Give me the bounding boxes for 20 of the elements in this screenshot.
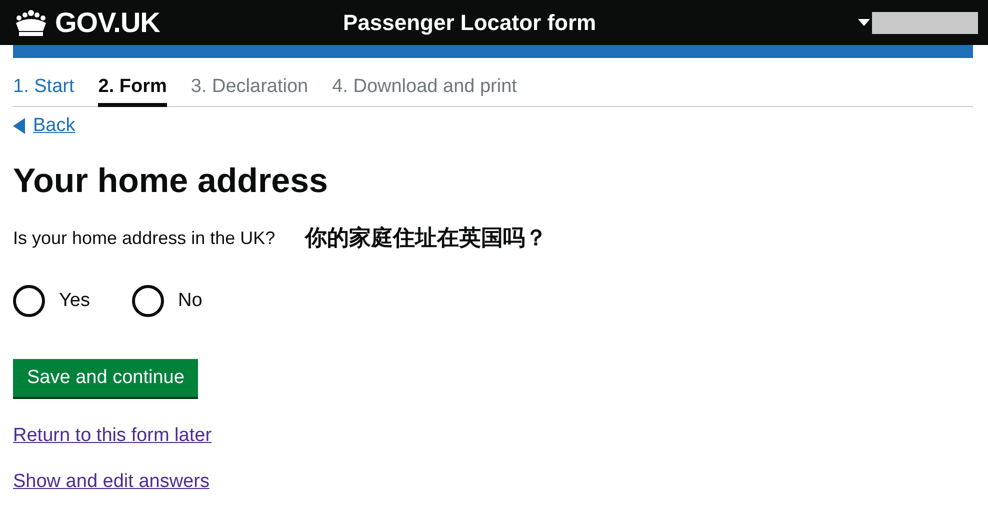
- back-link[interactable]: Back: [13, 115, 76, 137]
- page-heading: Your home address: [13, 161, 329, 201]
- radio-label[interactable]: Yes: [59, 290, 90, 312]
- crown-icon: [13, 8, 49, 36]
- page-title: Passenger Locator form: [342, 10, 598, 36]
- radio-label[interactable]: No: [178, 290, 202, 312]
- progress-step: 4. Download and print: [332, 76, 517, 107]
- annotation-text: 你的家庭住址在英国吗？: [305, 224, 548, 253]
- back-arrow-icon: [13, 118, 25, 134]
- text-link[interactable]: Return to this form later: [13, 425, 212, 447]
- save-button[interactable]: Save and continue: [13, 359, 198, 397]
- logo-text[interactable]: GOV.UK: [55, 6, 160, 38]
- radio-button[interactable]: [13, 285, 45, 317]
- progress-step: 3. Declaration: [190, 76, 308, 107]
- progress-step: 2. Form: [98, 76, 167, 107]
- question-text: Is your home address in the UK?: [13, 228, 276, 248]
- progress-step[interactable]: 1. Start: [13, 76, 74, 107]
- caret-icon[interactable]: [858, 18, 870, 26]
- radio-button[interactable]: [132, 285, 164, 317]
- text-link[interactable]: Show and edit answers: [13, 471, 210, 493]
